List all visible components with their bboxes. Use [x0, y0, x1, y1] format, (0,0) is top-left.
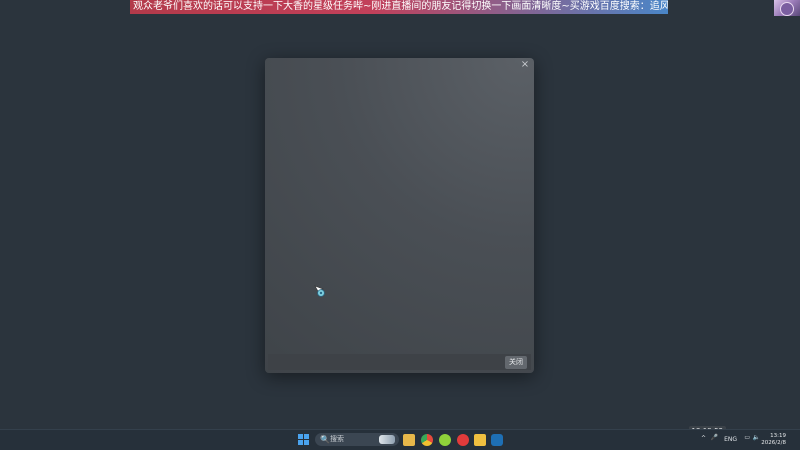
tray-chevron-icon[interactable]: ^	[701, 435, 706, 442]
stream-banner: 观众老爷们喜欢的话可以支持一下大香的星级任务哔~刚进直播间的朋友记得切换一下画面…	[130, 0, 668, 14]
clock-time: 13:19	[770, 433, 786, 439]
stream-banner-text: 观众老爷们喜欢的话可以支持一下大香的星级任务哔~刚进直播间的朋友记得切换一下画面…	[133, 1, 668, 12]
dialog-content	[268, 74, 531, 353]
dialog-close-icon[interactable]: ×	[519, 59, 531, 71]
clock-date: 2026/2/8	[761, 440, 786, 446]
chrome-icon[interactable]	[421, 434, 433, 446]
chat-app-icon[interactable]	[439, 434, 451, 446]
taskbar-clock[interactable]: 13:19 2026/2/8	[761, 433, 786, 447]
microphone-icon[interactable]: 🎤	[711, 434, 718, 441]
steam-icon[interactable]	[491, 434, 503, 446]
close-button[interactable]: 关闭	[505, 356, 527, 369]
windows-start-icon[interactable]	[298, 434, 310, 446]
streamer-avatar	[774, 0, 800, 16]
dialog-footer: 关闭	[268, 354, 531, 370]
netease-music-icon[interactable]	[457, 434, 469, 446]
language-indicator[interactable]: ENG	[724, 436, 737, 443]
taskbar-search-input[interactable]: 🔍 搜索	[315, 433, 399, 446]
network-icon[interactable]: ▭	[744, 434, 750, 441]
file-explorer-icon[interactable]	[403, 434, 415, 446]
search-highlight-icon	[379, 435, 395, 444]
mouse-cursor-icon	[314, 285, 325, 297]
wallet-app-icon[interactable]	[474, 434, 486, 446]
dialog-window: × 关闭	[265, 58, 534, 373]
volume-icon[interactable]: 🔈	[753, 434, 760, 441]
search-placeholder: 搜索	[330, 435, 344, 443]
search-icon: 🔍	[320, 435, 330, 444]
taskbar: 🔍 搜索 ^ 🎤 ENG ▭ 🔈 13:19 2026/2/8	[0, 429, 800, 450]
